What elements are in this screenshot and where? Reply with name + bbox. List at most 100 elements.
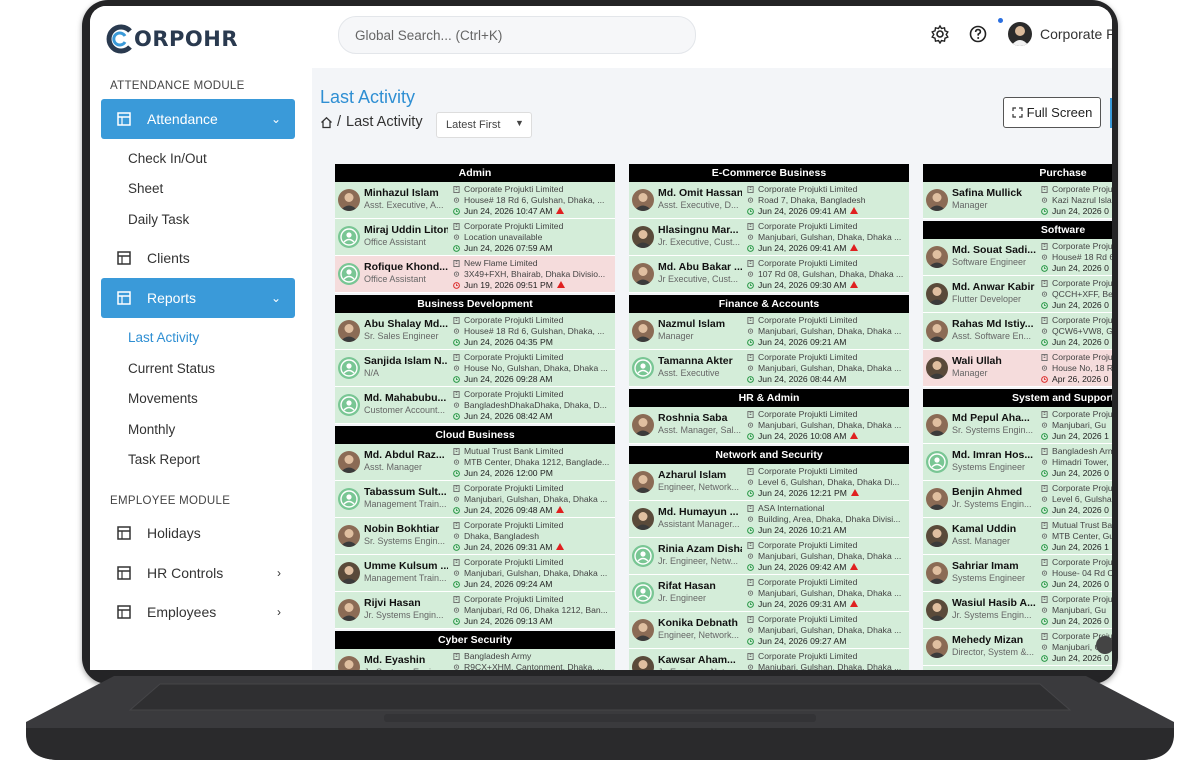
employee-name[interactable]: Konika Debnath — [658, 617, 742, 629]
activity-card[interactable]: Mehedy Mizan Director, System &... Corpora… — [923, 629, 1112, 666]
activity-card[interactable]: Minhazul Islam Asst. Executive, A... Corpo… — [335, 182, 615, 219]
full-screen-button[interactable]: Full Screen — [1003, 97, 1101, 128]
activity-card[interactable]: Md Pepul Aha... Sr. Systems Engin... Corpo… — [923, 407, 1112, 444]
employee-name[interactable]: Nazmul Islam — [658, 318, 742, 330]
activity-card[interactable]: Sanjida Islam N... N/A Corporate Projukti … — [335, 350, 615, 387]
activity-card[interactable]: Benjin Ahmed Jr. Systems Engin... Corporat… — [923, 481, 1112, 518]
employee-name[interactable]: Md. Abu Bakar ... — [658, 261, 742, 273]
employee-name[interactable]: Benjin Ahmed — [952, 486, 1036, 498]
global-search[interactable] — [338, 16, 696, 54]
employee-name[interactable]: Rofique Khond... — [364, 261, 448, 273]
employee-name[interactable]: Md. Omit Hassan — [658, 187, 742, 199]
employee-name[interactable]: Md. Abdul Raz... — [364, 449, 448, 461]
employee-name[interactable]: Md. Anwar Kabir — [952, 281, 1036, 293]
activity-card[interactable]: Umme Kulsum ... Management Train... Corpor… — [335, 555, 615, 592]
activity-card[interactable]: Wasiul Hasib A... Jr. Systems Engin... Cor… — [923, 592, 1112, 629]
activity-card[interactable]: Nazmul Islam Manager Corporate Projukti Li… — [629, 313, 909, 350]
employee-name[interactable]: Miraj Uddin Liton — [364, 224, 448, 236]
activity-card[interactable]: Nobin Bokhtiar Sr. Systems Engin... Corpor… — [335, 518, 615, 555]
activity-card[interactable]: Rahas Md Istiy... Asst. Software En... Cor… — [923, 313, 1112, 350]
employee-name[interactable]: Azharul Islam — [658, 469, 742, 481]
employee-name[interactable]: Hlasingnu Mar... — [658, 224, 742, 236]
activity-card[interactable]: Miraj Uddin Liton Office Assistant Corpora… — [335, 219, 615, 256]
employee-name[interactable]: Md Pepul Aha... — [952, 412, 1036, 424]
warning-icon — [556, 506, 565, 513]
nav-reports[interactable]: Reports ⌄ — [101, 278, 295, 318]
app-logo[interactable]: ORPOHR — [106, 22, 238, 56]
user-avatar[interactable] — [1008, 22, 1032, 46]
sub-monthly[interactable]: Monthly — [128, 422, 175, 437]
activity-card[interactable]: Hlasingnu Mar... Jr. Executive, Cust... Co… — [629, 219, 909, 256]
nav-holidays[interactable]: Holidays — [101, 513, 295, 553]
nav-hr-controls[interactable]: HR Controls › — [101, 553, 295, 593]
employee-name[interactable]: Rinia Azam Disha — [658, 543, 742, 555]
activity-card[interactable]: Tamanna Akter Asst. Executive Corporate Pr… — [629, 350, 909, 387]
employee-name[interactable]: Roshnia Saba — [658, 412, 742, 424]
activity-card[interactable]: Rinia Azam Disha Jr. Engineer, Netw... Cor… — [629, 538, 909, 575]
activity-card[interactable]: Md. Anwar Kabir Flutter Developer Corporat… — [923, 276, 1112, 313]
user-name[interactable]: Corporate P — [1040, 26, 1112, 42]
employee-name[interactable]: Md. Imran Hos... — [952, 449, 1036, 461]
activity-card[interactable]: Md. Abu Bakar ... Jr Executive, Cust... Co… — [629, 256, 909, 293]
sub-check-in-out[interactable]: Check In/Out — [128, 151, 207, 166]
activity-card[interactable]: Safina Mullick Manager Corporate Proju Kazi… — [923, 182, 1112, 219]
activity-card[interactable]: Md. Souat Sadi... Software Engineer Corpor… — [923, 239, 1112, 276]
activity-card[interactable]: Md. Imran Hos... Systems Engineer Banglade… — [923, 444, 1112, 481]
activity-card[interactable]: Wali Ullah Manager Corporate Proju House No… — [923, 350, 1112, 387]
activity-card[interactable]: Abu Shalay Md... Sr. Sales Engineer Corpor… — [335, 313, 615, 350]
activity-card[interactable]: Mubdiul IslamBangladesh Arm — [923, 666, 1112, 670]
activity-card[interactable]: Md. EyashinJr. Systems Engin... Banglades… — [335, 649, 615, 670]
sub-task-report[interactable]: Task Report — [128, 452, 200, 467]
employee-name[interactable]: Md. Mahabubu... — [364, 392, 448, 404]
scroll-to-top-button[interactable] — [1096, 636, 1112, 654]
activity-card[interactable]: Konika Debnath Engineer, Network... Corpor… — [629, 612, 909, 649]
employee-name[interactable]: Tabassum Sult... — [364, 486, 448, 498]
employee-name[interactable]: Mehedy Mizan — [952, 634, 1036, 646]
sub-movements[interactable]: Movements — [128, 391, 198, 406]
activity-card[interactable]: Azharul Islam Engineer, Network... Corpora… — [629, 464, 909, 501]
hidden-button-edge[interactable] — [1110, 98, 1112, 128]
nav-attendance[interactable]: Attendance ⌄ — [101, 99, 295, 139]
employee-name[interactable]: Md. Humayun ... — [658, 506, 742, 518]
employee-name[interactable]: Wali Ullah — [952, 355, 1036, 367]
employee-name[interactable]: Kamal Uddin — [952, 523, 1036, 535]
sub-daily-task[interactable]: Daily Task — [128, 212, 189, 227]
employee-name[interactable]: Safina Mullick — [952, 187, 1036, 199]
activity-card[interactable]: Rifat Hasan Jr. Engineer Corporate Projukt… — [629, 575, 909, 612]
activity-card[interactable]: Rofique Khond... Office Assistant New Flam… — [335, 256, 615, 293]
activity-card[interactable]: Kamal Uddin Asst. Manager Mutual Trust Ba M… — [923, 518, 1112, 555]
employee-name[interactable]: Minhazul Islam — [364, 187, 448, 199]
activity-card[interactable]: Rijvi Hasan Jr. Systems Engin... Corporate… — [335, 592, 615, 629]
nav-employees[interactable]: Employees › — [101, 592, 295, 632]
employee-name[interactable]: Wasiul Hasib A... — [952, 597, 1036, 609]
employee-name[interactable]: Tamanna Akter — [658, 355, 742, 367]
employee-name[interactable]: Abu Shalay Md... — [364, 318, 448, 330]
sort-select[interactable]: Latest First ▼ — [436, 112, 532, 138]
activity-card[interactable]: Md. Abdul Raz... Asst. Manager Mutual Trus… — [335, 444, 615, 481]
activity-card[interactable]: Kawsar Aham...Jr. Engineer, Netw... Corpo… — [629, 649, 909, 670]
activity-card[interactable]: Tabassum Sult... Management Train... Corpo… — [335, 481, 615, 518]
sub-last-activity[interactable]: Last Activity — [128, 330, 199, 345]
employee-name[interactable]: Md. Souat Sadi... — [952, 244, 1036, 256]
employee-name[interactable]: Rifat Hasan — [658, 580, 742, 592]
nav-clients[interactable]: Clients — [101, 238, 295, 278]
search-input[interactable] — [353, 17, 677, 53]
home-icon[interactable] — [320, 116, 333, 129]
employee-name[interactable]: Nobin Bokhtiar — [364, 523, 448, 535]
activity-card[interactable]: Md. Humayun ... Assistant Manager... ASA I… — [629, 501, 909, 538]
activity-card[interactable]: Md. Mahabubu... Customer Account... Corpor… — [335, 387, 615, 424]
activity-card[interactable]: Md. Omit Hassan Asst. Executive, D... Corp… — [629, 182, 909, 219]
activity-card[interactable]: Sahriar Imam Systems Engineer Corporate Pr… — [923, 555, 1112, 592]
gear-icon[interactable] — [930, 24, 950, 44]
employee-name[interactable]: Sahriar Imam — [952, 560, 1036, 572]
employee-name[interactable]: Kawsar Aham... — [658, 654, 742, 666]
employee-name[interactable]: Rijvi Hasan — [364, 597, 448, 609]
employee-name[interactable]: Rahas Md Istiy... — [952, 318, 1036, 330]
employee-name[interactable]: Md. Eyashin — [364, 654, 448, 666]
employee-name[interactable]: Sanjida Islam N... — [364, 355, 448, 367]
help-icon[interactable] — [968, 24, 988, 44]
activity-card[interactable]: Roshnia Saba Asst. Manager, Sal... Corpora… — [629, 407, 909, 444]
sub-current-status[interactable]: Current Status — [128, 361, 215, 376]
sub-sheet[interactable]: Sheet — [128, 181, 163, 196]
employee-name[interactable]: Umme Kulsum ... — [364, 560, 448, 572]
